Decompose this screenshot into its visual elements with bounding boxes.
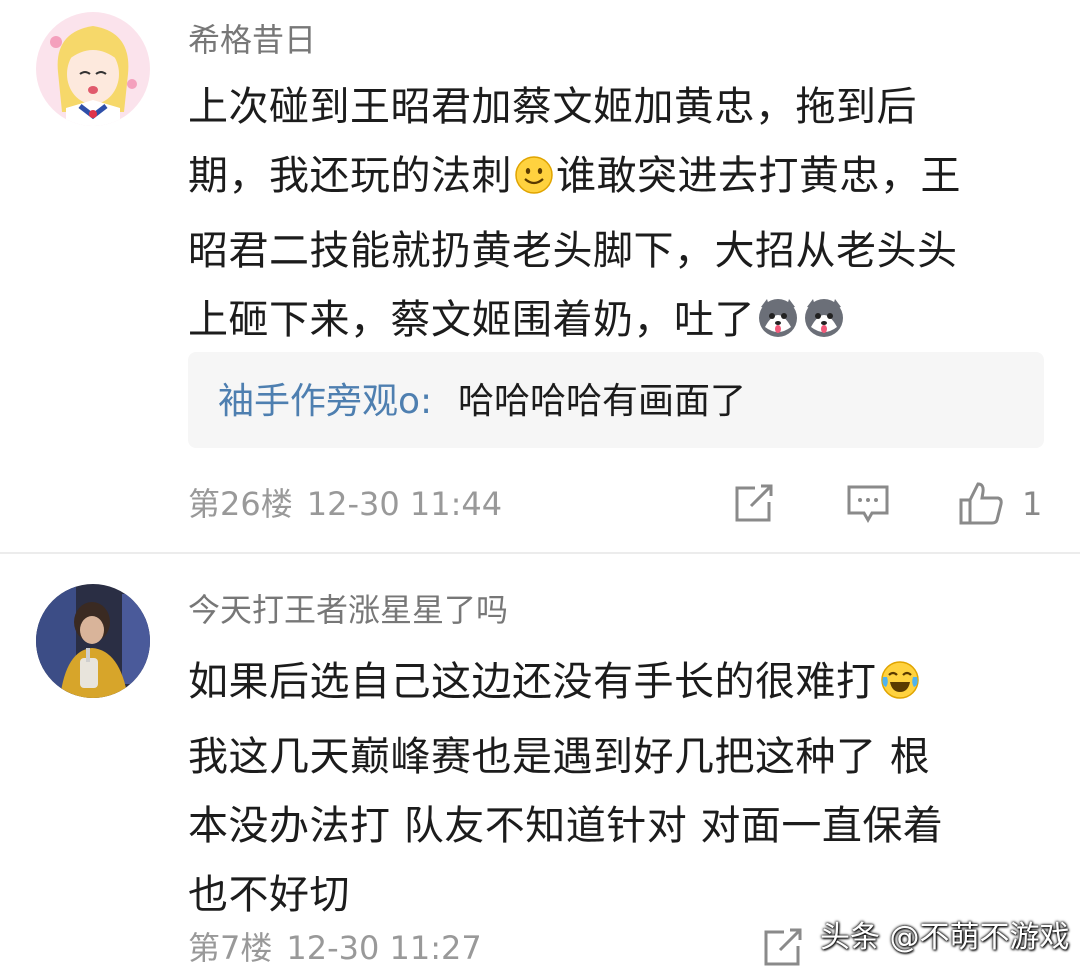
comment-username[interactable]: 今天打王者涨星星了吗 bbox=[188, 590, 508, 630]
reply-text: 哈哈哈哈有画面了 bbox=[458, 381, 747, 422]
husky-emoji-icon bbox=[757, 292, 799, 361]
thumbs-up-icon[interactable] bbox=[958, 480, 1004, 530]
floor-number: 第7楼 bbox=[188, 929, 273, 967]
comment-line-text: 谁敢突进去打黄忠，王 bbox=[556, 153, 961, 199]
floor-number: 第26楼 bbox=[188, 485, 293, 523]
share-icon[interactable] bbox=[733, 484, 775, 528]
comment-meta: 第26楼 12-30 11:44 bbox=[188, 484, 516, 524]
watermark: 头条 @不萌不游戏 bbox=[820, 920, 1070, 955]
comment-line: 本没办法打 队友不知道针对 对面一直保着 bbox=[188, 803, 944, 849]
comment-line: 期，我还玩的法刺 谁敢突进去打黄忠，王 bbox=[188, 142, 1058, 217]
comment-item: 今天打王者涨星星了吗 如果后选自己这边还没有手长的很难打 我这几天巅峰赛也是遇到… bbox=[0, 556, 1080, 975]
avatar[interactable] bbox=[36, 12, 150, 126]
comment-line-text: 上砸下来，蔡文姬围着奶，吐了 bbox=[188, 297, 755, 343]
avatar[interactable] bbox=[36, 584, 150, 698]
comment-line: 昭君二技能就扔黄老头脚下，大招从老头头 bbox=[188, 228, 958, 274]
comment-body: 上次碰到王昭君加蔡文姬加黄忠，拖到后 期，我还玩的法刺 谁敢突进去打黄忠，王 昭君… bbox=[188, 73, 1058, 361]
smile-emoji-icon bbox=[514, 148, 554, 217]
comment-line: 我这几天巅峰赛也是遇到好几把这种了 根 bbox=[188, 734, 931, 780]
comment-meta: 第7楼 12-30 11:27 bbox=[188, 928, 496, 968]
like-count: 1 bbox=[1022, 485, 1043, 523]
comment-item: 希格昔日 上次碰到王昭君加蔡文姬加黄忠，拖到后 期，我还玩的法刺 谁敢突进去打黄忠… bbox=[0, 0, 1080, 554]
comment-line: 上次碰到王昭君加蔡文姬加黄忠，拖到后 bbox=[188, 84, 917, 130]
comment-time: 12-30 11:27 bbox=[286, 929, 482, 967]
comment-line-text: 如果后选自己这边还没有手长的很难打 bbox=[188, 659, 877, 705]
tears-of-joy-emoji-icon bbox=[879, 654, 921, 723]
comment-line: 如果后选自己这边还没有手长的很难打 bbox=[188, 648, 1058, 723]
comment-icon[interactable] bbox=[846, 484, 890, 528]
reply-preview[interactable]: 袖手作旁观o: 哈哈哈哈有画面了 bbox=[188, 352, 1044, 448]
comment-body: 如果后选自己这边还没有手长的很难打 我这几天巅峰赛也是遇到好几把这种了 根 本没… bbox=[188, 648, 1058, 930]
husky-emoji-icon bbox=[803, 292, 845, 361]
comment-time: 12-30 11:44 bbox=[306, 485, 503, 523]
share-icon[interactable] bbox=[762, 928, 804, 972]
comment-username[interactable]: 希格昔日 bbox=[188, 20, 316, 60]
reply-username[interactable]: 袖手作旁观o: bbox=[218, 380, 432, 424]
comment-line: 上砸下来，蔡文姬围着奶，吐了 bbox=[188, 286, 1058, 361]
comment-line-text: 期，我还玩的法刺 bbox=[188, 153, 512, 199]
